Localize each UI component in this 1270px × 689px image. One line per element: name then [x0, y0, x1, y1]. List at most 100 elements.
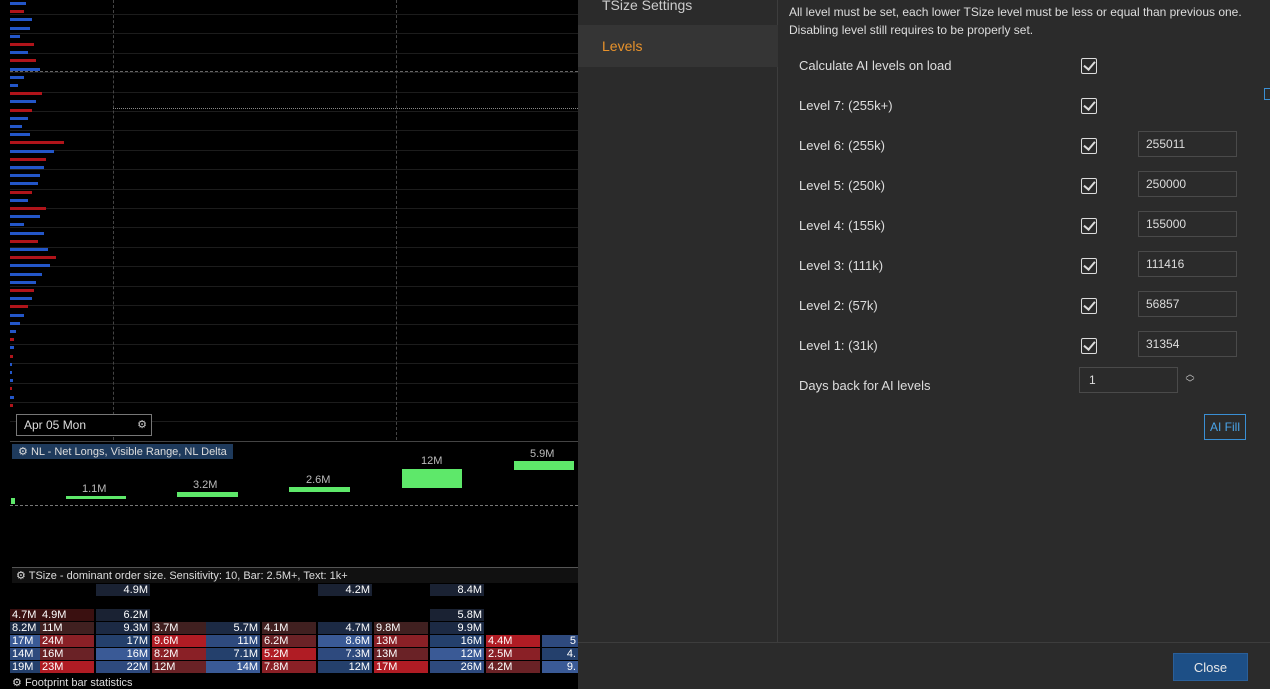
- level-5-checkbox[interactable]: [1081, 178, 1097, 194]
- ai-fill-button[interactable]: AI Fill: [1204, 414, 1246, 440]
- footprint-cell: 11M: [206, 635, 260, 647]
- footprint-cell: 8.2M: [10, 622, 40, 634]
- volume-bar: [10, 297, 32, 301]
- volume-bar: [10, 330, 16, 333]
- level-7-checkbox[interactable]: [1081, 98, 1097, 114]
- footprint-cell: 19M: [10, 661, 40, 673]
- volume-bar: [10, 362, 12, 366]
- volume-bar: [10, 403, 13, 407]
- footprint-cell: 9.9M: [430, 622, 484, 634]
- level-6-checkbox[interactable]: [1081, 138, 1097, 154]
- footprint-cell: [206, 584, 260, 596]
- days-back-input[interactable]: 1: [1079, 367, 1178, 393]
- footprint-cell: 9.3M: [96, 622, 150, 634]
- volume-bar: [10, 125, 22, 128]
- footprint-cell: 7.3M: [318, 648, 372, 660]
- volume-bar: [10, 141, 64, 145]
- level-5-input[interactable]: 250000: [1138, 171, 1237, 197]
- nl-value: 12M: [421, 455, 443, 467]
- level-2-checkbox[interactable]: [1081, 298, 1097, 314]
- level-2-input[interactable]: 56857: [1138, 291, 1237, 317]
- volume-bar: [10, 166, 44, 169]
- volume-bar: [10, 231, 44, 235]
- footprint-cell: 12M: [152, 661, 206, 673]
- level-6-input[interactable]: 255011: [1138, 131, 1237, 157]
- footprint-cell: 6.2M: [96, 609, 150, 621]
- footprint-label[interactable]: ⚙ Footprint bar statistics: [12, 676, 133, 689]
- volume-bar: [10, 207, 46, 210]
- grid-line: [10, 130, 578, 131]
- volume-bar: [10, 133, 30, 137]
- footprint-cell: 13M: [374, 648, 428, 660]
- volume-bar: [10, 379, 13, 383]
- footprint-cell: [152, 584, 206, 596]
- volume-bar: [10, 305, 28, 309]
- level-4-label: Level 4: (155k): [799, 218, 885, 233]
- footprint-cell: 4.7M: [318, 622, 372, 634]
- volume-bar: [10, 321, 20, 325]
- footprint-cell: 14M: [206, 661, 260, 673]
- close-button[interactable]: Close: [1173, 653, 1248, 681]
- grid-line: [10, 72, 578, 73]
- gear-icon[interactable]: ⚙: [18, 446, 28, 458]
- nl-marker: [11, 498, 15, 504]
- volume-bar: [10, 387, 12, 391]
- nl-value: 5.9M: [530, 448, 555, 460]
- footprint-cell: [374, 609, 428, 621]
- grid-line: [10, 169, 578, 170]
- scroll-indicator: [1264, 88, 1270, 100]
- grid-line: [10, 53, 578, 54]
- volume-bar: [10, 84, 18, 87]
- level-4-checkbox[interactable]: [1081, 218, 1097, 234]
- gear-icon[interactable]: ⚙: [12, 677, 22, 689]
- grid-line: [10, 266, 578, 267]
- level-1-input[interactable]: 31354: [1138, 331, 1237, 357]
- volume-bar: [10, 248, 48, 251]
- volume-bar: [10, 198, 28, 202]
- tsize-indicator-label[interactable]: ⚙ TSize - dominant order size. Sensitivi…: [12, 567, 578, 583]
- volume-bar: [10, 59, 36, 63]
- volume-bar: [10, 116, 28, 120]
- footprint-cell: 12M: [430, 648, 484, 660]
- level-3-input[interactable]: 111416: [1138, 251, 1237, 277]
- gear-icon[interactable]: ⚙: [137, 418, 147, 431]
- volume-bar: [10, 223, 24, 227]
- level-5-label: Level 5: (250k): [799, 178, 885, 193]
- chart-area[interactable]: Apr 05 Mon ⚙ ⚙ NL - Net Longs, Visible R…: [0, 0, 578, 689]
- footprint-cell: 8.4M: [430, 584, 484, 596]
- footprint-cell: [152, 609, 206, 621]
- footprint-cell: 17M: [10, 635, 40, 647]
- level-3-checkbox[interactable]: [1081, 258, 1097, 274]
- calc-ai-levels-checkbox[interactable]: [1081, 58, 1097, 74]
- settings-nav: TSize Settings Levels: [578, 0, 778, 642]
- footprint-cell: [542, 584, 578, 596]
- volume-bar: [10, 43, 34, 46]
- grid-line: [10, 305, 578, 306]
- volume-bar: [10, 354, 13, 358]
- nav-item-levels[interactable]: Levels: [578, 25, 778, 67]
- volume-bar: [10, 256, 56, 260]
- grid-line: [10, 14, 578, 15]
- level-1-checkbox[interactable]: [1081, 338, 1097, 354]
- days-back-stepper[interactable]: ︿ ﹀: [1183, 370, 1197, 390]
- panel-divider[interactable]: [10, 441, 578, 442]
- grid-line: [10, 92, 578, 93]
- date-label[interactable]: Apr 05 Mon ⚙: [16, 414, 152, 436]
- chevron-down-icon[interactable]: ﹀: [1183, 379, 1197, 388]
- level-3-label: Level 3: (111k): [799, 258, 884, 273]
- footprint-cell: [486, 609, 540, 621]
- nl-bar: [289, 487, 350, 492]
- footprint-cell: 23M: [40, 661, 94, 673]
- level-4-input[interactable]: 155000: [1138, 211, 1237, 237]
- volume-bar: [10, 2, 26, 5]
- footprint-cell: 2.5M: [486, 648, 540, 660]
- grid-line: [10, 208, 578, 209]
- footprint-cell: 3.7M: [152, 622, 206, 634]
- footprint-cell: [542, 622, 578, 634]
- nl-bar: [66, 496, 126, 499]
- volume-bar: [10, 92, 42, 96]
- nl-indicator-label[interactable]: ⚙ NL - Net Longs, Visible Range, NL Delt…: [12, 444, 233, 459]
- nav-item-tsize-settings[interactable]: TSize Settings: [578, 0, 778, 26]
- footprint-cell: 24M: [40, 635, 94, 647]
- gear-icon[interactable]: ⚙: [16, 570, 26, 582]
